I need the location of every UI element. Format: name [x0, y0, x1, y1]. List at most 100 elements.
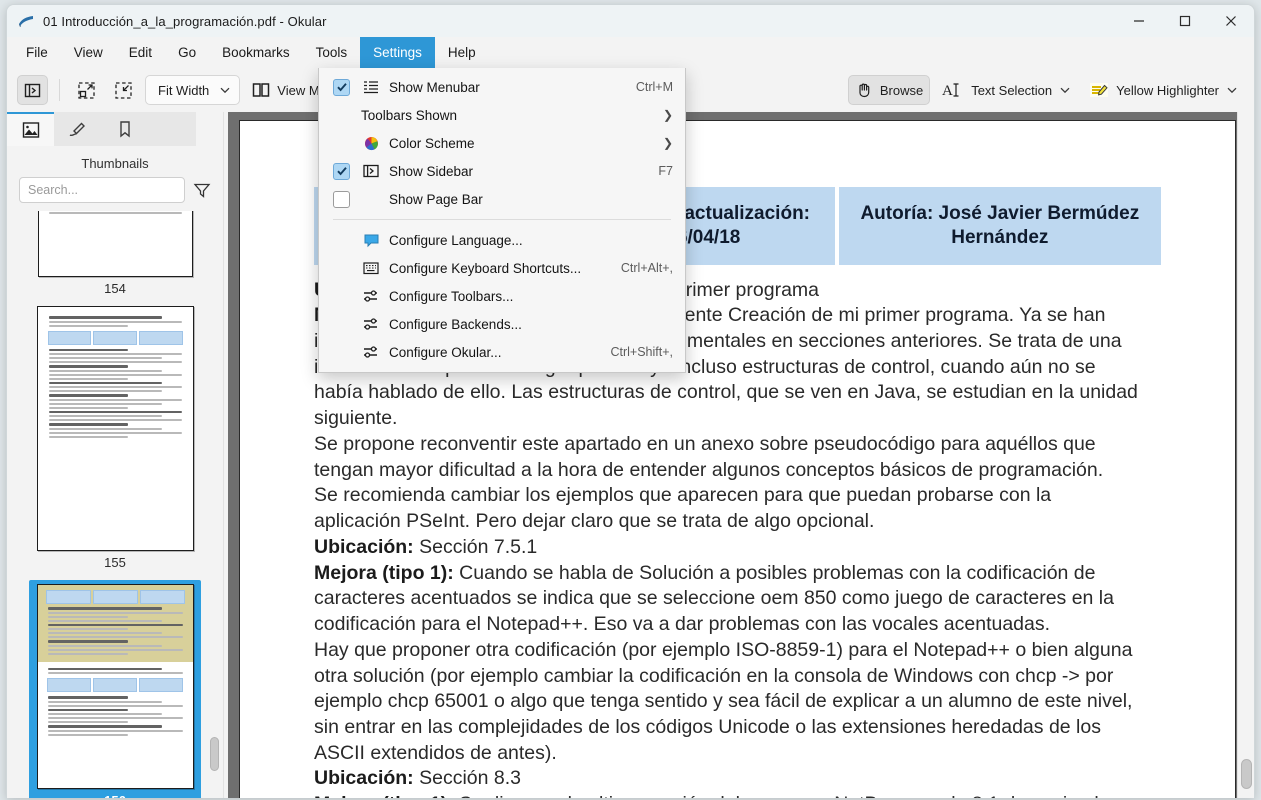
menu-edit[interactable]: Edit	[116, 37, 165, 68]
doc-line: caracteres acentuados se indica que se s…	[314, 587, 1114, 610]
chevron-right-icon: ❯	[662, 136, 673, 150]
checkbox-empty-placeholder	[333, 288, 350, 305]
thumbnail-page-number: 154	[104, 281, 126, 296]
menu-file[interactable]: File	[13, 37, 61, 68]
doc-line: Ubicación: Sección 7.5.1	[314, 535, 538, 558]
filter-icon[interactable]	[193, 181, 211, 199]
menu-item-configure-backends[interactable]: Configure Backends...	[319, 310, 685, 338]
menu-bookmarks[interactable]: Bookmarks	[209, 37, 303, 68]
zoom-fit-button[interactable]	[71, 75, 102, 105]
doc-line: Ubicación: Sección 8.3	[314, 767, 522, 790]
chevron-down-icon	[220, 87, 230, 94]
yellow-highlighter-icon	[1090, 83, 1109, 97]
doc-line: ejemplo chcp 65001 o algo que tenga sent…	[314, 690, 1133, 713]
doc-line: siguiente.	[314, 407, 398, 430]
bookmark-icon	[119, 121, 130, 138]
document-scrollbar[interactable]	[1237, 112, 1254, 798]
menu-item-label: Configure Toolbars...	[389, 288, 514, 304]
toolbar-separator	[59, 79, 60, 101]
table-cell-author: Autoría: José Javier Bermúdez Hernández	[838, 187, 1161, 265]
view-mode-icon	[253, 83, 270, 97]
menu-item-configure-keyboard-shortcuts[interactable]: Configure Keyboard Shortcuts... Ctrl+Alt…	[319, 254, 685, 282]
doc-line: había hablado de ello. Las estructuras d…	[314, 381, 1138, 404]
doc-line: otra solución (por ejemplo cambiar la co…	[314, 664, 1114, 687]
checkbox-checked-icon	[333, 78, 350, 96]
doc-line: aplicación PSeInt. Pero dejar claro que …	[314, 510, 875, 533]
thumbnail-item[interactable]: 154	[7, 211, 223, 306]
zoom-mode-combo[interactable]: Fit Width	[145, 75, 241, 105]
text-selection-label: Text Selection	[971, 82, 1053, 98]
menu-go[interactable]: Go	[165, 37, 209, 68]
menu-item-shortcut: Ctrl+Shift+,	[610, 345, 673, 359]
menu-bar: File View Edit Go Bookmarks Tools Settin…	[7, 37, 1254, 68]
sidebar-tab-annotations[interactable]	[54, 112, 101, 146]
thumbnail-item-selected[interactable]: 156	[29, 580, 201, 798]
menu-help[interactable]: Help	[435, 37, 489, 68]
doc-line: Hay que proponer otra codificación (por …	[314, 638, 1133, 661]
thumbnails-icon	[22, 122, 39, 138]
sidebar-tabs	[7, 112, 196, 146]
settings-dropdown-menu[interactable]: Show Menubar Ctrl+M Toolbars Shown ❯ Col…	[318, 68, 686, 373]
doc-line: Mejora (tipo 1): Cuando se habla de Solu…	[314, 561, 1096, 584]
menu-item-show-sidebar[interactable]: Show Sidebar F7	[319, 157, 685, 185]
show-sidebar-toggle[interactable]	[17, 75, 48, 105]
color-wheel-icon	[361, 136, 381, 151]
menu-item-show-menubar[interactable]: Show Menubar Ctrl+M	[319, 73, 685, 101]
sidebar: Thumbnails Search... 154 155	[7, 112, 223, 798]
menu-settings[interactable]: Settings	[360, 37, 435, 68]
doc-line: codificación para el Notepad++. Eso va a…	[314, 613, 1051, 636]
text-selection-tool-button[interactable]: A Text Selection	[936, 75, 1077, 105]
zoom-mode-value: Fit Width	[158, 82, 210, 98]
close-button[interactable]	[1208, 5, 1254, 37]
menu-item-configure-okular[interactable]: Configure Okular... Ctrl+Shift+,	[319, 338, 685, 366]
menu-item-show-page-bar[interactable]: Show Page Bar	[319, 185, 685, 213]
sidebar-icon	[361, 163, 381, 179]
doc-line: ASCII extendidos de antes).	[314, 741, 557, 764]
hand-icon	[859, 83, 870, 98]
menu-item-toolbars-shown[interactable]: Toolbars Shown ❯	[319, 101, 685, 129]
maximize-button[interactable]	[1162, 5, 1208, 37]
menu-item-label: Configure Backends...	[389, 316, 522, 332]
thumbnail-list[interactable]: 154 155	[7, 211, 223, 798]
chevron-right-icon: ❯	[662, 108, 673, 122]
menu-item-label: Color Scheme	[389, 135, 475, 151]
checkbox-empty-placeholder	[333, 316, 350, 333]
annotations-icon	[69, 122, 85, 137]
highlighter-tool-button[interactable]: Yellow Highlighter	[1083, 75, 1244, 105]
sidebar-tab-bookmarks[interactable]	[101, 112, 148, 146]
menu-item-label: Configure Keyboard Shortcuts...	[389, 260, 582, 276]
menu-item-label: Show Sidebar	[389, 163, 474, 179]
highlighter-label: Yellow Highlighter	[1116, 82, 1219, 98]
browse-label: Browse	[879, 82, 924, 98]
language-icon	[361, 233, 381, 248]
menu-item-color-scheme[interactable]: Color Scheme ❯	[319, 129, 685, 157]
sidebar-scrollbar[interactable]	[210, 217, 219, 793]
search-input[interactable]: Search...	[19, 177, 185, 203]
browse-tool-button[interactable]: Browse	[847, 75, 931, 105]
doc-line: sin entrar en las complejidades de los c…	[314, 715, 1101, 738]
doc-line: Mejora (tipo 1): Se dice que la ultima v…	[314, 792, 1161, 798]
menu-item-shortcut: Ctrl+M	[635, 80, 673, 94]
doc-bold: Ubicación:	[314, 535, 414, 558]
thumbnail-item[interactable]: 155	[7, 306, 223, 580]
menu-item-shortcut: Ctrl+Alt+,	[620, 261, 673, 275]
menu-item-label: Show Menubar	[389, 79, 480, 95]
chevron-down-icon	[1060, 87, 1070, 94]
doc-line: Se recomienda cambiar los ejemplos que a…	[314, 484, 1052, 507]
zoom-shrink-button[interactable]	[108, 75, 139, 105]
sliders-icon	[361, 317, 381, 331]
sidebar-tab-thumbnails[interactable]	[7, 112, 54, 146]
menu-view[interactable]: View	[61, 37, 116, 68]
menu-tools[interactable]: Tools	[303, 37, 361, 68]
menu-item-configure-toolbars[interactable]: Configure Toolbars...	[319, 282, 685, 310]
sidebar-scrollbar-thumb[interactable]	[210, 737, 219, 771]
checkbox-unchecked-icon	[333, 190, 350, 208]
document-scrollbar-thumb[interactable]	[1241, 759, 1252, 789]
minimize-button[interactable]	[1116, 5, 1162, 37]
sidebar-search-row: Search...	[7, 177, 223, 211]
menu-item-configure-language[interactable]: Configure Language...	[319, 226, 685, 254]
menu-item-shortcut: F7	[658, 164, 673, 178]
window-title: 01 Introducción_a_la_programación.pdf - …	[43, 13, 327, 29]
svg-text:A: A	[942, 83, 953, 99]
thumbnail-page-number: 156	[29, 789, 201, 798]
